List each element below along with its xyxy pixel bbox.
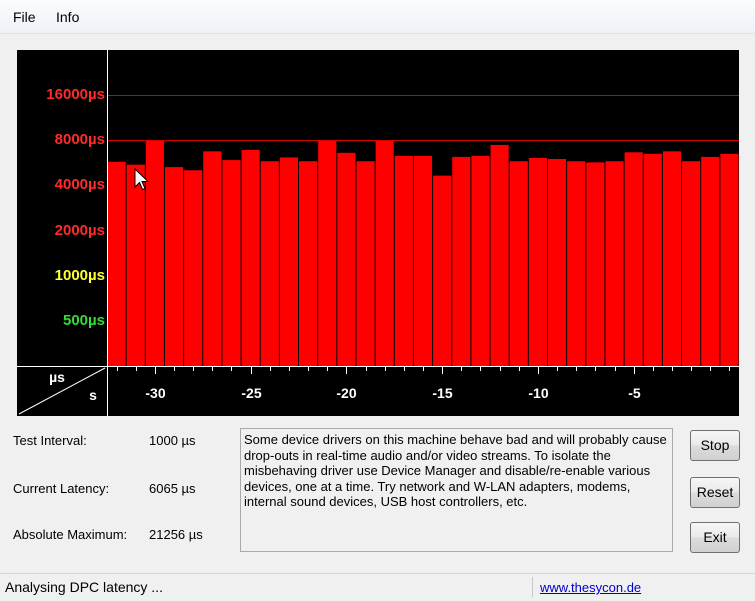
x-tick-label: -20 bbox=[336, 385, 356, 401]
y-tick-label: 4000µs bbox=[54, 176, 105, 194]
y-tick-label: 2000µs bbox=[54, 221, 105, 239]
latency-bar bbox=[490, 144, 509, 366]
chart-canvas: -30 -25 -20 -15 -10 -5 µs s bbox=[17, 50, 739, 416]
latency-bar bbox=[164, 167, 184, 366]
y-tick-label: 500µs bbox=[62, 311, 105, 329]
x-tick-label: -25 bbox=[241, 385, 261, 401]
latency-bar bbox=[203, 151, 222, 366]
latency-bar bbox=[720, 153, 739, 366]
latency-bar bbox=[337, 152, 356, 366]
latency-bar bbox=[126, 164, 145, 366]
latency-bar bbox=[433, 175, 452, 366]
latency-bar bbox=[375, 140, 394, 366]
latency-chart: -30 -25 -20 -15 -10 -5 µs s 16000µs 8000µs 4000µs… bbox=[17, 50, 739, 416]
latency-bar bbox=[107, 161, 126, 366]
x-tick-label: -10 bbox=[528, 385, 548, 401]
y-tick-label: 1000µs bbox=[54, 266, 105, 284]
latency-bar bbox=[605, 161, 624, 366]
latency-bar bbox=[547, 159, 567, 366]
vendor-link[interactable]: www.thesycon.de bbox=[540, 580, 641, 596]
latency-bar bbox=[279, 157, 299, 366]
latency-bar bbox=[701, 156, 720, 366]
current-latency-label: Current Latency: bbox=[13, 481, 110, 496]
latency-bar bbox=[528, 157, 547, 366]
menu-file[interactable]: File bbox=[11, 8, 38, 26]
latency-bar bbox=[567, 161, 586, 366]
exit-button[interactable]: Exit bbox=[690, 522, 740, 553]
axis-unit-us: µs bbox=[49, 369, 65, 385]
latency-bar bbox=[241, 149, 260, 366]
reset-button[interactable]: Reset bbox=[690, 477, 740, 508]
latency-bar bbox=[222, 160, 241, 366]
y-tick-label: 16000µs bbox=[46, 86, 105, 104]
absolute-maximum-label: Absolute Maximum: bbox=[13, 527, 128, 542]
axis-unit-s: s bbox=[89, 387, 97, 403]
test-interval-value: 1000 µs bbox=[149, 433, 196, 448]
y-tick-label: 8000µs bbox=[54, 131, 105, 149]
latency-bar bbox=[643, 153, 662, 366]
latency-bar bbox=[624, 152, 643, 366]
latency-bar bbox=[356, 161, 375, 366]
latency-bar bbox=[260, 161, 279, 366]
latency-bar bbox=[662, 151, 682, 366]
latency-bar bbox=[471, 155, 490, 366]
mouse-cursor-icon bbox=[134, 168, 150, 191]
latency-bar bbox=[413, 155, 433, 366]
latency-bar bbox=[299, 161, 318, 366]
latency-bar bbox=[452, 156, 471, 366]
status-divider bbox=[532, 577, 533, 597]
absolute-maximum-value: 21256 µs bbox=[149, 527, 203, 542]
x-tick-label: -30 bbox=[145, 385, 165, 401]
x-tick-label: -15 bbox=[432, 385, 452, 401]
latency-bar bbox=[318, 140, 337, 366]
diagnostic-message: Some device drivers on this machine beha… bbox=[240, 428, 673, 552]
current-latency-value: 6065 µs bbox=[149, 481, 196, 496]
latency-bar bbox=[509, 161, 528, 366]
latency-bar bbox=[682, 161, 701, 366]
x-tick-label: -5 bbox=[628, 385, 641, 401]
menu-info[interactable]: Info bbox=[54, 8, 81, 26]
latency-bar bbox=[586, 162, 605, 366]
stop-button[interactable]: Stop bbox=[690, 430, 740, 461]
latency-bar bbox=[394, 155, 413, 366]
status-text: Analysing DPC latency ... bbox=[5, 579, 163, 595]
menu-bar: File Info bbox=[0, 0, 755, 34]
test-interval-label: Test Interval: bbox=[13, 433, 87, 448]
latency-bar bbox=[184, 170, 203, 366]
